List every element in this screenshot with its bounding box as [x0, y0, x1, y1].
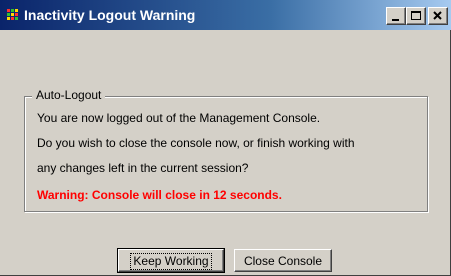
close-button[interactable] — [428, 7, 448, 25]
close-console-button[interactable]: Close Console — [234, 249, 332, 272]
keep-working-label: Keep Working — [130, 252, 212, 270]
minimize-button[interactable] — [386, 7, 406, 25]
groupbox-legend: Auto-Logout — [32, 88, 106, 102]
message-line: any changes left in the current session? — [37, 161, 249, 175]
countdown-warning: Warning: Console will close in 12 second… — [37, 188, 282, 202]
message-line: You are now logged out of the Management… — [37, 111, 321, 125]
maximize-button[interactable] — [406, 7, 426, 25]
close-icon — [433, 11, 442, 20]
maximize-icon — [411, 11, 421, 20]
window-title: Inactivity Logout Warning — [24, 7, 196, 23]
keep-working-button[interactable]: Keep Working — [117, 248, 225, 273]
message-line: Do you wish to close the console now, or… — [37, 136, 355, 150]
app-icon — [6, 7, 22, 23]
title-bar[interactable]: Inactivity Logout Warning — [0, 0, 451, 30]
minimize-icon — [392, 19, 399, 21]
dialog-window: Inactivity Logout Warning Auto-Logout Yo… — [0, 0, 451, 276]
